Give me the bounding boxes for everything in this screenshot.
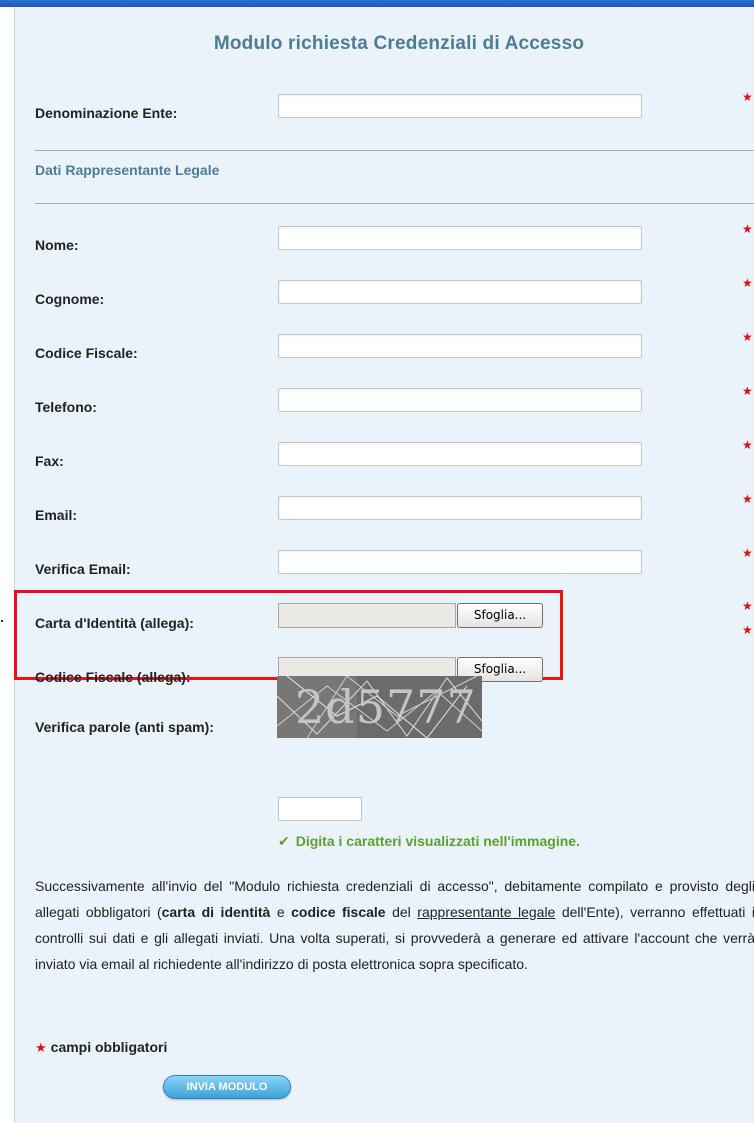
- carta-identita-label: Carta d'Identità (allega):: [35, 615, 194, 631]
- carta-identita-browse-button[interactable]: Sfoglia...: [457, 603, 543, 628]
- required-star: ★: [742, 276, 753, 290]
- required-note: ★ campi obbligatori: [35, 1039, 167, 1056]
- info-text: e: [270, 904, 292, 920]
- section-title: Dati Rappresentante Legale: [35, 162, 220, 178]
- required-star: ★: [742, 90, 753, 104]
- required-star: ★: [742, 384, 753, 398]
- page-edge-mark: [1, 620, 3, 622]
- email-label: Email:: [35, 507, 78, 523]
- cognome-label: Cognome:: [35, 291, 105, 307]
- form-panel: Modulo richiesta Credenziali di Accesso …: [14, 7, 754, 1123]
- required-note-text: campi obbligatori: [50, 1039, 168, 1055]
- rappresentante-legale-link[interactable]: rappresentante legale: [417, 904, 555, 920]
- check-icon: ✔: [278, 833, 290, 849]
- email-input[interactable]: [278, 496, 642, 520]
- ente-input[interactable]: [278, 94, 642, 118]
- required-star: ★: [742, 546, 753, 560]
- info-text: del: [385, 904, 418, 920]
- required-star: ★: [742, 599, 753, 613]
- captcha-hint-text: Digita i caratteri visualizzati nell'imm…: [295, 833, 580, 849]
- carta-identita-file-input[interactable]: [278, 603, 456, 628]
- required-star: ★: [742, 438, 753, 452]
- required-star-icon: ★: [35, 1040, 47, 1055]
- captcha-hint: ✔ Digita i caratteri visualizzati nell'im…: [278, 833, 580, 850]
- fax-label: Fax:: [35, 453, 64, 469]
- telefono-input[interactable]: [278, 388, 642, 412]
- codice-fiscale-input[interactable]: [278, 334, 642, 358]
- info-paragraph: Successivamente all'invio del "Modulo ri…: [35, 873, 754, 977]
- info-bold-carta: carta di identità: [161, 904, 271, 920]
- required-star: ★: [742, 222, 753, 236]
- info-bold-cf: codice fiscale: [291, 904, 386, 920]
- form-title: Modulo richiesta Credenziali di Accesso: [213, 33, 585, 54]
- codice-fiscale-label: Codice Fiscale:: [35, 345, 138, 361]
- codice-fiscale-attach-label: Codice Fiscale (allega):: [35, 669, 191, 685]
- captcha-label: Verifica parole (anti spam):: [35, 719, 214, 735]
- cognome-input[interactable]: [278, 280, 642, 304]
- captcha-text: 2d5777: [295, 680, 477, 734]
- fax-input[interactable]: [278, 442, 642, 466]
- nome-input[interactable]: [278, 226, 642, 250]
- submit-button[interactable]: INVIA MODULO: [163, 1075, 291, 1099]
- verifica-email-label: Verifica Email:: [35, 561, 131, 577]
- telefono-label: Telefono:: [35, 399, 97, 415]
- section-divider-bottom: [35, 203, 754, 204]
- required-star: ★: [742, 492, 753, 506]
- captcha-image: 2d5777: [277, 676, 482, 738]
- section-divider-top: [35, 150, 754, 151]
- required-star: ★: [742, 330, 753, 344]
- verifica-email-input[interactable]: [278, 550, 642, 574]
- required-star: ★: [742, 623, 753, 637]
- ente-label: Denominazione Ente:: [35, 105, 178, 121]
- top-bar: [0, 0, 754, 7]
- captcha-input[interactable]: [278, 797, 362, 821]
- nome-label: Nome:: [35, 237, 79, 253]
